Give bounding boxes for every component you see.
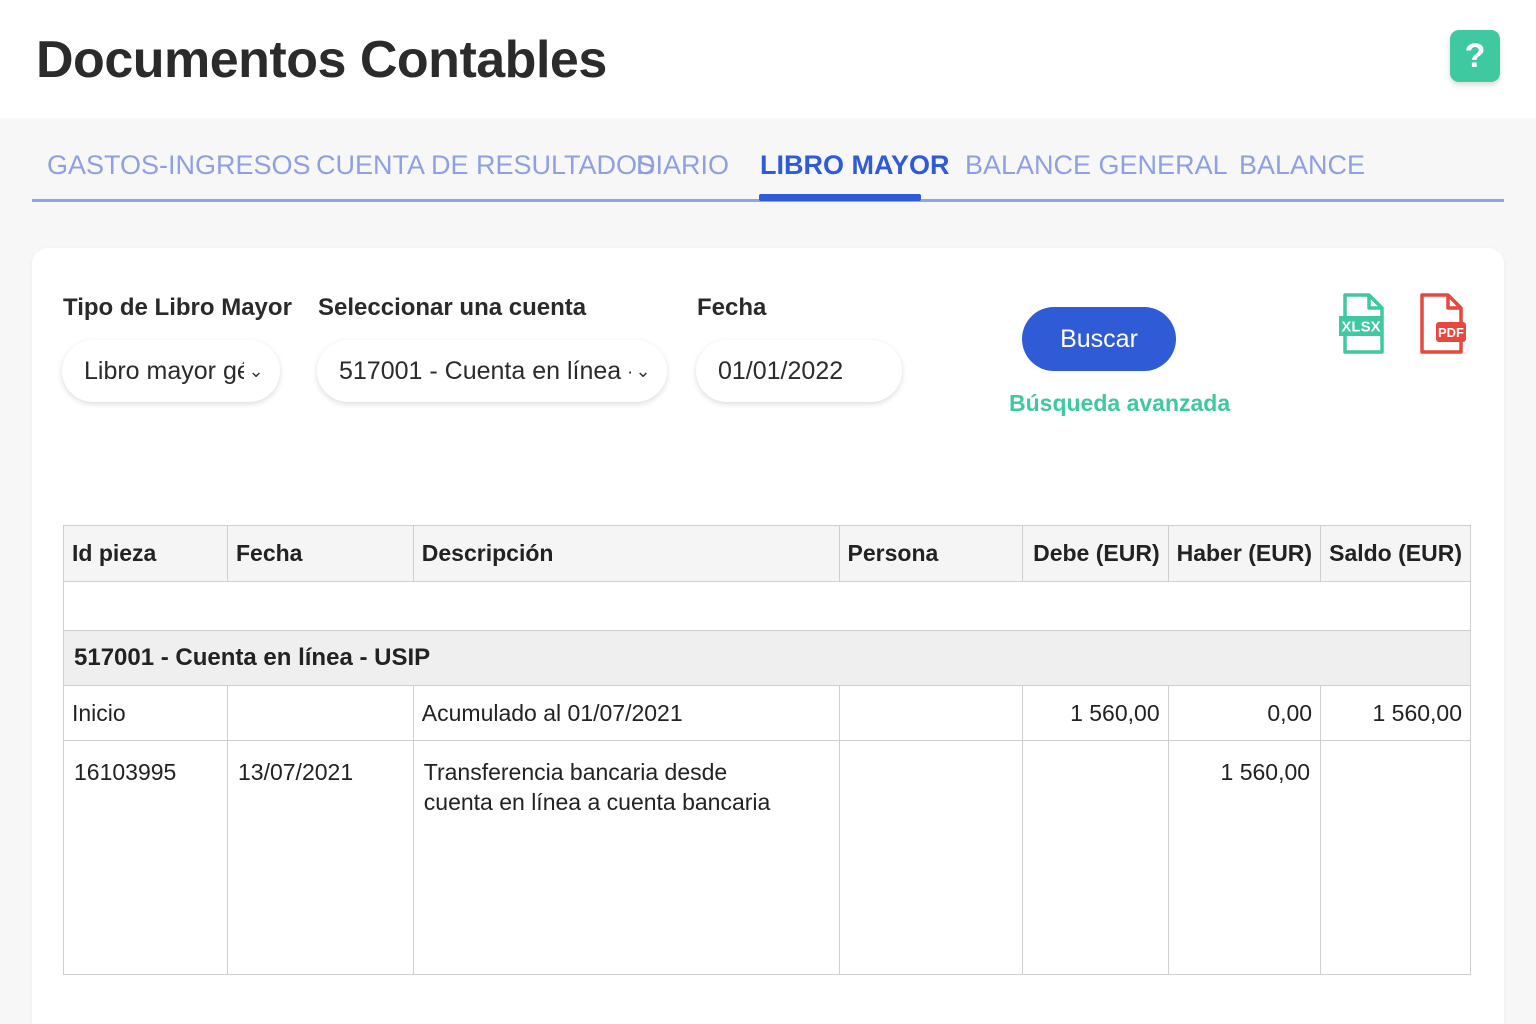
active-tab-indicator bbox=[759, 194, 921, 201]
search-button[interactable]: Buscar bbox=[1022, 307, 1176, 371]
tab-bar: GASTOS-INGRESOS CUENTA DE RESULTADOS DIA… bbox=[32, 140, 1504, 202]
table-spacer-row bbox=[63, 581, 1471, 631]
chevron-down-icon: ⌄ bbox=[248, 360, 264, 381]
tab-balance-general[interactable]: BALANCE GENERAL bbox=[965, 150, 1228, 181]
page-header: Documentos Contables ? bbox=[0, 0, 1536, 118]
xlsx-export-icon[interactable]: XLSX bbox=[1337, 292, 1387, 356]
cell-debe: 1 560,00 bbox=[1021, 685, 1169, 741]
help-button[interactable]: ? bbox=[1450, 30, 1500, 82]
tipo-select[interactable]: Libro mayor gén ⌄ bbox=[62, 340, 280, 402]
pdf-label: PDF bbox=[1438, 325, 1464, 340]
col-header-persona[interactable]: Persona bbox=[838, 525, 1023, 582]
empty-cell bbox=[63, 581, 1471, 631]
tipo-label: Tipo de Libro Mayor bbox=[63, 294, 292, 321]
cuenta-label: Seleccionar una cuenta bbox=[318, 294, 587, 321]
fecha-input-value: 01/01/2022 bbox=[718, 356, 844, 385]
cell-id: Inicio bbox=[63, 685, 228, 741]
tab-balance[interactable]: BALANCE bbox=[1239, 150, 1365, 181]
col-header-haber[interactable]: Haber (EUR) bbox=[1167, 525, 1322, 582]
cell-persona bbox=[838, 685, 1023, 741]
col-header-descripcion[interactable]: Descripción bbox=[412, 525, 840, 582]
content-card: Tipo de Libro Mayor Libro mayor gén ⌄ Se… bbox=[32, 248, 1504, 1024]
col-header-debe[interactable]: Debe (EUR) bbox=[1021, 525, 1169, 582]
cell-descripcion: Transferencia bancaria desde cuenta en l… bbox=[412, 740, 840, 975]
page-title: Documentos Contables bbox=[36, 31, 607, 89]
question-mark-icon: ? bbox=[1464, 36, 1486, 75]
col-header-id-pieza[interactable]: Id pieza bbox=[63, 525, 228, 582]
tab-libro-mayor[interactable]: LIBRO MAYOR bbox=[760, 150, 950, 181]
table-row[interactable]: 16103995 13/07/2021 Transferencia bancar… bbox=[63, 740, 1471, 975]
account-group-title: 517001 - Cuenta en línea - USIP bbox=[63, 630, 1471, 686]
cell-persona bbox=[838, 740, 1023, 975]
ledger-table: Id pieza Fecha Descripción Persona Debe … bbox=[63, 525, 1471, 975]
advanced-search-link[interactable]: Búsqueda avanzada bbox=[1009, 390, 1230, 417]
cell-saldo bbox=[1320, 740, 1471, 975]
cuenta-select-value: 517001 - Cuenta en línea - I bbox=[339, 356, 631, 385]
account-group-row: 517001 - Cuenta en línea - USIP bbox=[63, 630, 1471, 686]
col-header-saldo[interactable]: Saldo (EUR) bbox=[1320, 525, 1471, 582]
tab-cuenta-de-resultados[interactable]: CUENTA DE RESULTADOS bbox=[316, 150, 655, 181]
cell-haber: 0,00 bbox=[1167, 685, 1322, 741]
tipo-select-value: Libro mayor gén bbox=[84, 356, 244, 385]
chevron-down-icon: ⌄ bbox=[635, 360, 651, 381]
tab-gastos-ingresos[interactable]: GASTOS-INGRESOS bbox=[47, 150, 311, 181]
cell-haber: 1 560,00 bbox=[1167, 740, 1322, 975]
cuenta-select[interactable]: 517001 - Cuenta en línea - I ⌄ bbox=[317, 340, 667, 402]
cell-debe bbox=[1021, 740, 1169, 975]
xlsx-label: XLSX bbox=[1341, 319, 1380, 336]
cell-fecha: 13/07/2021 bbox=[227, 740, 414, 975]
fecha-input[interactable]: 01/01/2022 bbox=[696, 340, 902, 402]
table-row[interactable]: Inicio Acumulado al 01/07/2021 1 560,00 … bbox=[63, 685, 1471, 741]
fecha-label: Fecha bbox=[697, 294, 767, 321]
table-header-row: Id pieza Fecha Descripción Persona Debe … bbox=[63, 525, 1471, 582]
cell-saldo: 1 560,00 bbox=[1320, 685, 1471, 741]
pdf-export-icon[interactable]: PDF bbox=[1418, 292, 1468, 356]
cell-id: 16103995 bbox=[63, 740, 228, 975]
cell-fecha bbox=[227, 685, 414, 741]
cell-descripcion: Acumulado al 01/07/2021 bbox=[412, 685, 840, 741]
col-header-fecha[interactable]: Fecha bbox=[227, 525, 414, 582]
tab-diario[interactable]: DIARIO bbox=[636, 150, 729, 181]
